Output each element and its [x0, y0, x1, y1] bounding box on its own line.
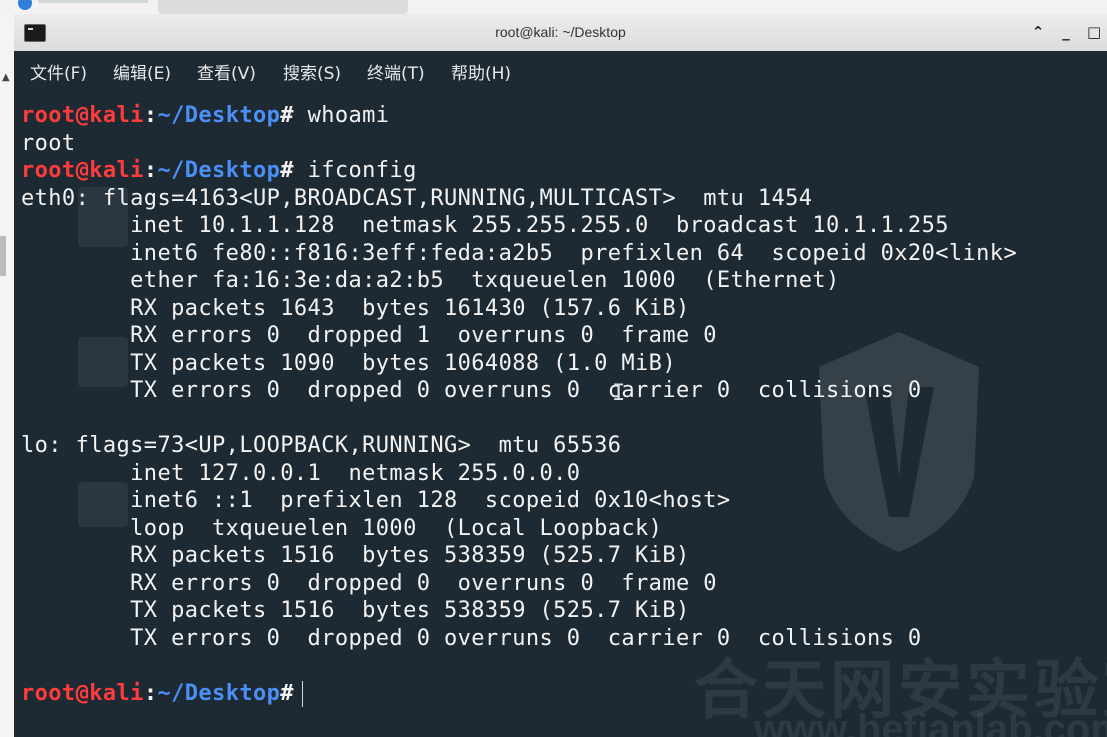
menu-help[interactable]: 帮助(H): [451, 59, 511, 84]
scrollbar-thumb[interactable]: [0, 236, 6, 276]
menu-edit[interactable]: 编辑(E): [113, 59, 171, 84]
output-line: inet6 fe80::f816:3eff:feda:a2b5 prefixle…: [21, 240, 1018, 266]
browser-tab[interactable]: [158, 0, 408, 14]
prompt-symbol: #: [280, 158, 294, 183]
command-text: whoami: [293, 103, 390, 128]
terminal-window: root@kali: ~/Desktop ⌃ _ □ 文件(F) 编辑(E) 查…: [14, 14, 1107, 737]
output-line: TX errors 0 dropped 0 overruns 0 carrier…: [21, 625, 922, 651]
prompt-path: ~/Desktop: [157, 103, 281, 128]
tab-label[interactable]: [38, 0, 148, 3]
output-line: inet 127.0.0.1 netmask 255.0.0.0: [21, 460, 581, 486]
shade-button[interactable]: ⌃: [1031, 23, 1045, 41]
prompt-symbol: #: [280, 103, 294, 128]
prompt-user: root@kali: [21, 103, 144, 128]
prompt-separator: :: [143, 680, 158, 706]
menu-view[interactable]: 查看(V): [197, 59, 256, 84]
output-line: RX errors 0 dropped 0 overruns 0 frame 0: [21, 570, 717, 596]
output-line: RX errors 0 dropped 1 overruns 0 frame 0: [21, 323, 717, 348]
output-line: inet 10.1.1.128 netmask 255.255.255.0 br…: [21, 213, 949, 238]
command-text: ifconfig: [293, 158, 417, 183]
menu-terminal[interactable]: 终端(T): [367, 59, 425, 84]
prompt-line: root@kali:~/Desktop#: [21, 680, 1017, 708]
output-line: TX packets 1090 bytes 1064088 (1.0 MiB): [21, 350, 676, 376]
browser-tab-strip: [0, 0, 1107, 14]
left-scroll-edge: ▲: [0, 14, 15, 737]
output-line: RX packets 1516 bytes 538359 (525.7 KiB): [21, 543, 690, 568]
output-line: TX packets 1516 bytes 538359 (525.7 KiB): [21, 598, 690, 623]
text-cursor-ibeam-icon: I: [612, 381, 626, 406]
output-line: root: [21, 130, 76, 156]
output-line: lo: flags=73<UP,LOOPBACK,RUNNING> mtu 65…: [21, 433, 622, 458]
output-line: loop txqueuelen 1000 (Local Loopback): [21, 515, 663, 541]
terminal-output[interactable]: 合天网安实验室 www.hetianlab.com root@kali:~/De…: [14, 87, 1107, 737]
minimize-button[interactable]: _: [1059, 23, 1073, 41]
output-line: RX packets 1643 bytes 161430 (157.6 KiB): [21, 295, 690, 321]
prompt-symbol: #: [280, 680, 294, 706]
prompt-user: root@kali: [21, 680, 144, 706]
title-bar[interactable]: root@kali: ~/Desktop ⌃ _ □: [14, 14, 1107, 52]
prompt-path: ~/Desktop: [157, 680, 281, 706]
prompt-path: ~/Desktop: [157, 158, 281, 183]
watermark-url: www.hetianlab.com: [754, 707, 1107, 737]
output-line: inet6 ::1 prefixlen 128 scopeid 0x10<hos…: [21, 488, 731, 513]
window-title: root@kali: ~/Desktop: [495, 24, 626, 40]
output-line: TX errors 0 dropped 0 overruns 0 carrier…: [21, 378, 922, 403]
prompt-separator: :: [143, 103, 158, 128]
prompt-line: root@kali:~/Desktop# ifconfig: [21, 157, 1017, 185]
terminal-lines: root@kali:~/Desktop# whoami root root@kali…: [21, 102, 1017, 707]
menu-bar: 文件(F) 编辑(E) 查看(V) 搜索(S) 终端(T) 帮助(H): [14, 51, 1107, 87]
scroll-up-arrow-icon[interactable]: ▲: [2, 72, 10, 83]
menu-file[interactable]: 文件(F): [30, 59, 87, 84]
terminal-cursor: [301, 680, 303, 707]
prompt-separator: :: [143, 158, 158, 183]
output-line: eth0: flags=4163<UP,BROADCAST,RUNNING,MU…: [21, 185, 813, 211]
maximize-button[interactable]: □: [1087, 23, 1101, 41]
prompt-line: root@kali:~/Desktop# whoami: [21, 102, 1017, 130]
window-controls: ⌃ _ □: [1031, 23, 1101, 41]
prompt-user: root@kali: [21, 158, 144, 183]
output-line: ether fa:16:3e:da:a2:b5 txqueuelen 1000 …: [21, 268, 840, 293]
app-icon: [18, 0, 32, 10]
menu-search[interactable]: 搜索(S): [283, 59, 341, 84]
